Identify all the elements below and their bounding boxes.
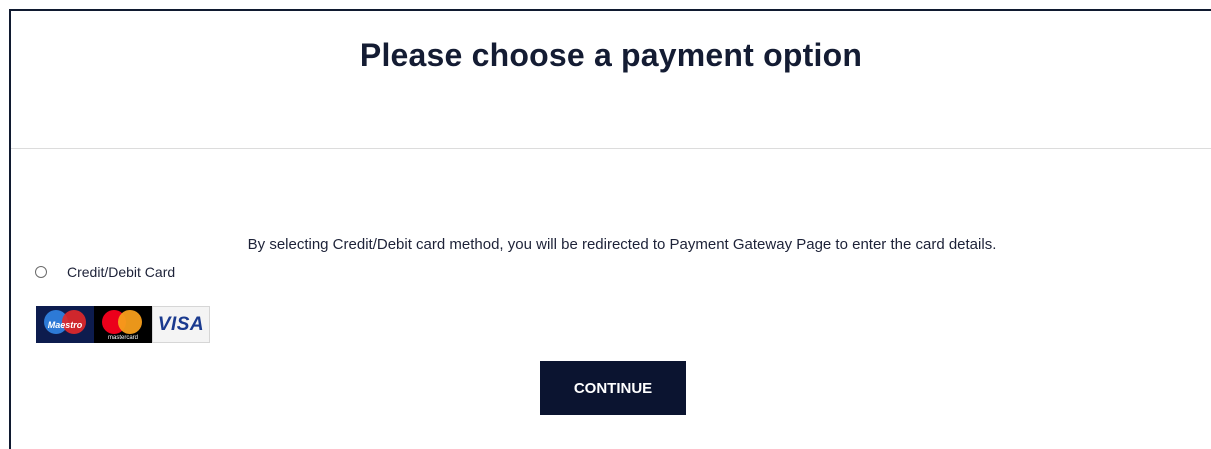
visa-logo-text: VISA (157, 313, 205, 335)
continue-button[interactable]: CONTINUE (540, 361, 686, 415)
visa-logo: VISA (152, 306, 210, 343)
page-title: Please choose a payment option (359, 37, 863, 73)
mastercard-logo: mastercard (94, 306, 152, 343)
payment-panel: Please choose a payment option By select… (9, 9, 1211, 449)
maestro-logo: Maestro (36, 306, 94, 343)
card-logos: Maestro mastercard VISA (36, 306, 210, 343)
credit-debit-card-option[interactable]: Credit/Debit Card (35, 264, 175, 280)
credit-debit-card-label[interactable]: Credit/Debit Card (67, 264, 175, 280)
credit-debit-card-radio[interactable] (35, 266, 47, 278)
maestro-logo-text: Maestro (47, 319, 83, 330)
mastercard-logo-text: mastercard (107, 335, 138, 341)
panel-header: Please choose a payment option (11, 11, 1211, 149)
redirect-notice: By selecting Credit/Debit card method, y… (247, 236, 997, 253)
